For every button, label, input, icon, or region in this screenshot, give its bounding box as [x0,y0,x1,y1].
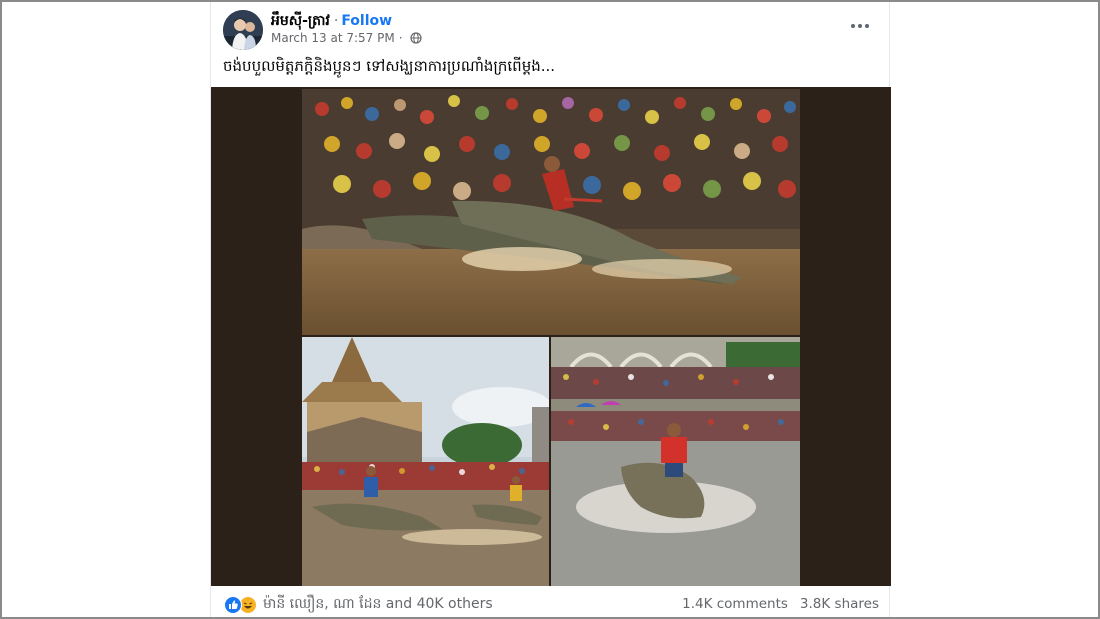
more-options-icon[interactable] [847,16,873,36]
reaction-names: ម៉ានី ឈឿន, ណា ដែន and 40K others [263,596,493,612]
post-caption: ចង់បបួលមិត្តភក្តិនិងប្អូនៗ ទៅសង្ឃនាការប្… [223,57,556,75]
shares-count[interactable]: 3.8K shares [800,596,879,612]
post-timestamp[interactable]: March 13 at 7:57 PM [271,31,395,45]
author-line: អឹមស៊ី-ត្រាវ · Follow [271,11,392,32]
post-meta: March 13 at 7:57 PM · [271,31,422,45]
comments-count[interactable]: 1.4K comments [682,596,788,612]
facebook-post: អឹមស៊ី-ត្រាវ · Follow March 13 at 7:57 PM … [210,2,891,617]
post-footer: ម៉ានី ឈឿន, ណា ដែន and 40K others 1.4K co… [211,586,891,617]
profile-avatar-image [223,10,263,50]
like-reaction-icon [224,595,242,614]
bottom-left-photo[interactable] [302,337,549,586]
author-name[interactable]: អឹមស៊ី-ត្រាវ [271,13,330,29]
follow-button[interactable]: Follow [341,13,392,29]
top-photo[interactable] [302,89,800,335]
post-media[interactable] [211,87,891,586]
bottom-right-photo[interactable] [551,337,800,586]
reactions-summary[interactable]: ម៉ានី ឈឿន, ណា ដែន and 40K others [224,594,493,615]
privacy-separator: · [398,31,403,45]
author-avatar[interactable] [223,10,263,50]
engagement-stats: 1.4K comments 3.8K shares [682,596,879,612]
separator-dot: · [333,13,339,29]
globe-icon[interactable] [409,32,422,44]
